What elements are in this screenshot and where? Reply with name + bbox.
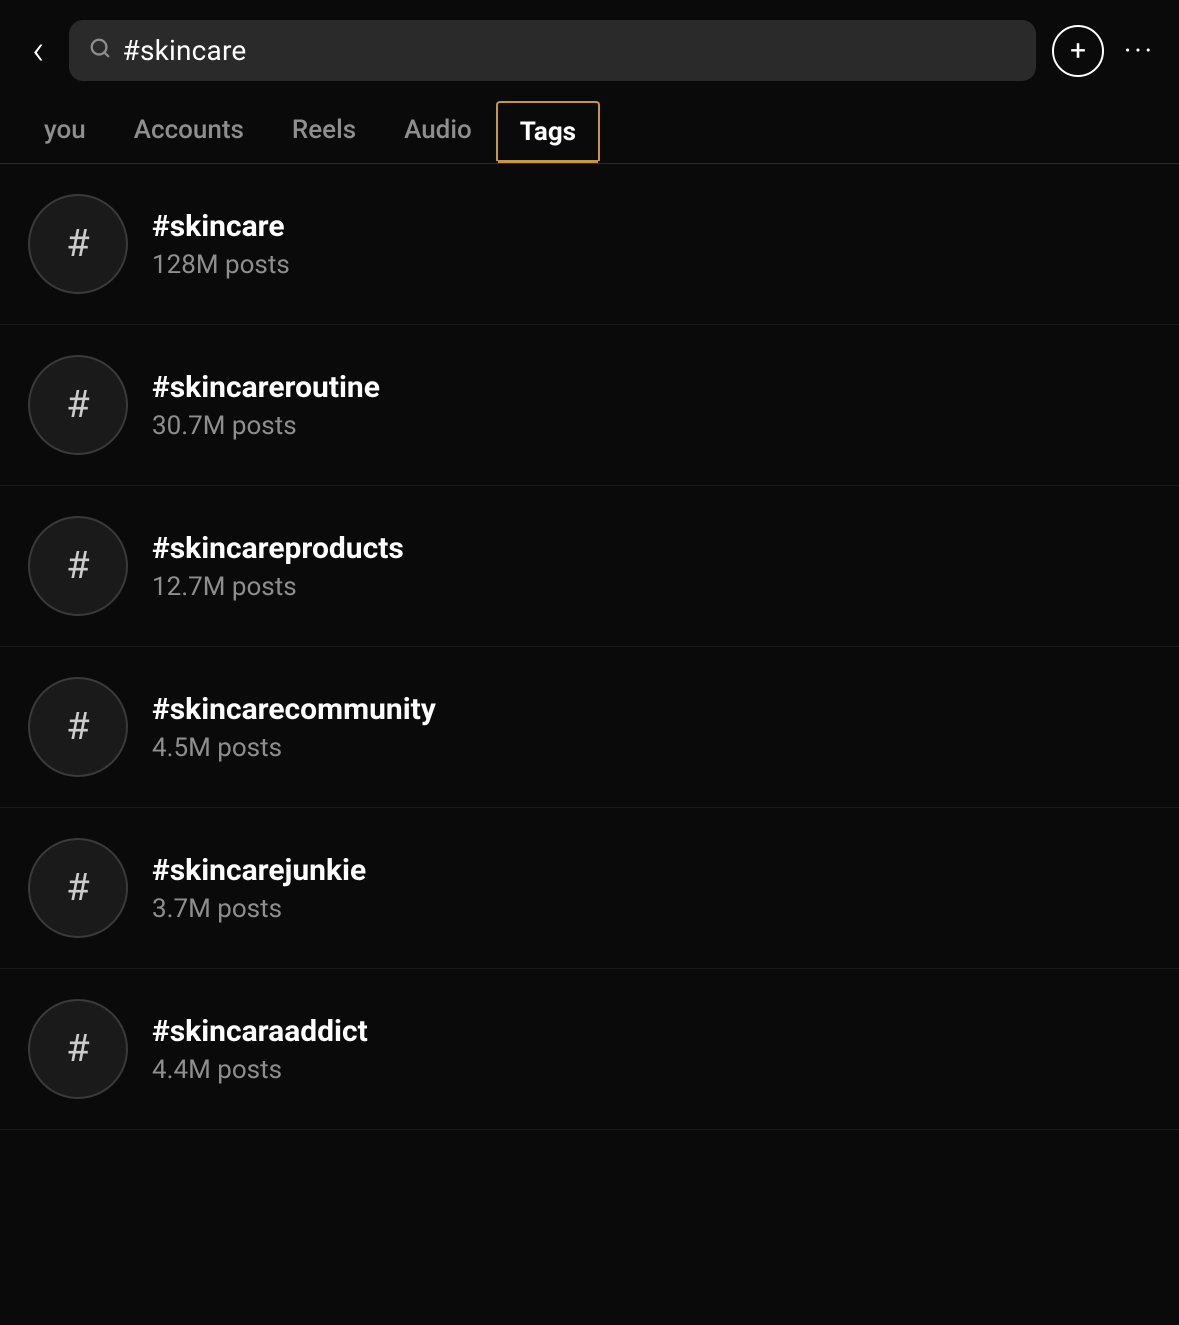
search-icon (89, 37, 111, 65)
tag-post-count: 30.7M posts (152, 411, 380, 441)
tag-info: #skincareproducts 12.7M posts (152, 531, 404, 602)
add-button[interactable]: + (1052, 25, 1104, 77)
back-button[interactable]: ‹ (24, 26, 53, 76)
tag-info: #skincarejunkie 3.7M posts (152, 853, 366, 924)
list-item[interactable]: # #skincare 128M posts (0, 164, 1179, 325)
tag-name: #skincareroutine (152, 370, 380, 405)
more-button[interactable]: ··· (1124, 34, 1155, 67)
tag-icon: # (28, 999, 128, 1099)
tab-tags[interactable]: Tags (496, 101, 600, 161)
tag-name: #skincarecommunity (152, 692, 436, 727)
list-item[interactable]: # #skincarejunkie 3.7M posts (0, 808, 1179, 969)
tag-post-count: 12.7M posts (152, 572, 404, 602)
tag-list: # #skincare 128M posts # #skincareroutin… (0, 164, 1179, 1130)
tab-audio[interactable]: Audio (380, 97, 496, 163)
search-value[interactable]: #skincare (123, 34, 247, 67)
search-bar[interactable]: #skincare (69, 20, 1037, 81)
tag-info: #skincarecommunity 4.5M posts (152, 692, 436, 763)
add-icon: + (1070, 37, 1086, 65)
tag-name: #skincareproducts (152, 531, 404, 566)
tag-icon: # (28, 677, 128, 777)
tag-info: #skincaraaddict 4.4M posts (152, 1014, 368, 1085)
header: ‹ #skincare + ··· (0, 0, 1179, 97)
list-item[interactable]: # #skincarecommunity 4.5M posts (0, 647, 1179, 808)
tag-post-count: 4.5M posts (152, 733, 436, 763)
tab-accounts[interactable]: Accounts (110, 97, 268, 163)
tag-name: #skincarejunkie (152, 853, 366, 888)
tag-info: #skincareroutine 30.7M posts (152, 370, 380, 441)
tag-info: #skincare 128M posts (152, 209, 290, 280)
list-item[interactable]: # #skincareroutine 30.7M posts (0, 325, 1179, 486)
tag-post-count: 3.7M posts (152, 894, 366, 924)
header-actions: + ··· (1052, 25, 1155, 77)
tag-icon: # (28, 516, 128, 616)
tag-post-count: 4.4M posts (152, 1055, 368, 1085)
tag-icon: # (28, 838, 128, 938)
tag-icon: # (28, 355, 128, 455)
list-item[interactable]: # #skincaraaddict 4.4M posts (0, 969, 1179, 1130)
tag-post-count: 128M posts (152, 250, 290, 280)
tag-name: #skincare (152, 209, 290, 244)
list-item[interactable]: # #skincareproducts 12.7M posts (0, 486, 1179, 647)
tab-for-you[interactable]: you (20, 97, 110, 163)
tag-icon: # (28, 194, 128, 294)
tag-name: #skincaraaddict (152, 1014, 368, 1049)
tabs-bar: you Accounts Reels Audio Tags (0, 97, 1179, 164)
tab-reels[interactable]: Reels (268, 97, 380, 163)
